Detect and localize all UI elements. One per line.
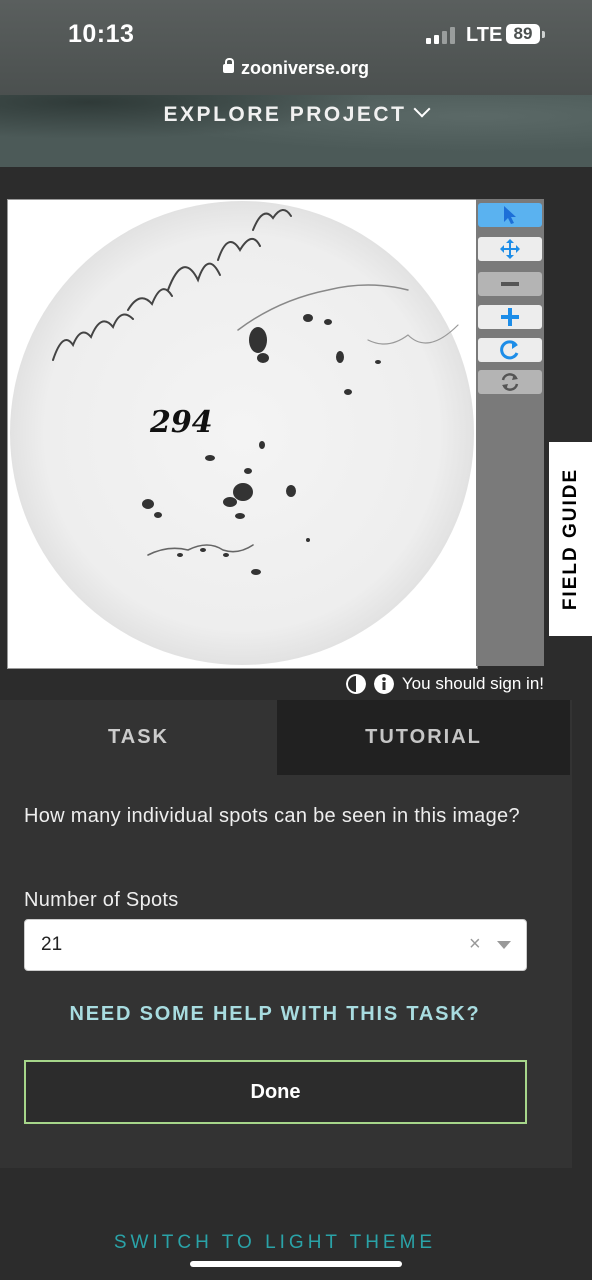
address-bar[interactable]: zooniverse.org (0, 58, 592, 79)
tab-task[interactable]: TASK (0, 700, 277, 775)
task-question: How many individual spots can be seen in… (24, 805, 520, 827)
move-arrows-icon (500, 239, 520, 259)
sign-in-prompt[interactable]: You should sign in! (402, 674, 544, 694)
status-bar: 10:13 LTE 89 zooniverse.org (0, 0, 592, 95)
tab-tutorial[interactable]: TUTORIAL (277, 700, 570, 775)
explore-project-label: EXPLORE PROJECT (163, 103, 407, 126)
info-icon[interactable] (373, 674, 394, 694)
done-button[interactable]: Done (24, 1060, 527, 1124)
move-tool-button[interactable] (478, 237, 542, 261)
clear-icon[interactable]: × (469, 933, 481, 956)
clock: 10:13 (68, 20, 135, 48)
field-guide-label: FIELD GUIDE (559, 467, 581, 611)
plus-icon (501, 308, 519, 326)
contrast-icon[interactable] (345, 674, 366, 694)
rotate-button[interactable] (478, 338, 542, 362)
switch-theme-link[interactable]: SWITCH TO LIGHT THEME (0, 1232, 550, 1254)
cellular-signal-icon (426, 26, 455, 44)
network-type: LTE (466, 24, 503, 46)
url-text: zooniverse.org (240, 58, 370, 78)
image-toolbar (476, 199, 544, 666)
battery-icon: 89 (506, 24, 540, 44)
sketch-number: 294 (149, 405, 213, 440)
sun-disk (10, 201, 474, 665)
pointer-icon (504, 206, 516, 224)
selected-value: 21 (41, 934, 63, 955)
explore-project-menu[interactable]: EXPLORE PROJECT (0, 100, 592, 127)
refresh-icon (501, 373, 519, 391)
subject-image-viewer[interactable]: 294 (7, 199, 478, 669)
minus-icon (501, 282, 519, 286)
project-header: EXPLORE PROJECT (0, 95, 592, 167)
number-of-spots-select[interactable]: 21 × (24, 919, 527, 971)
dropdown-arrow-icon[interactable] (497, 941, 511, 949)
lock-icon (222, 58, 234, 73)
task-help-link[interactable]: NEED SOME HELP WITH THIS TASK? (0, 1003, 550, 1026)
rotate-icon (500, 340, 519, 360)
zoom-in-button[interactable] (478, 305, 542, 329)
annotate-tool-button[interactable] (478, 203, 542, 227)
home-indicator[interactable] (190, 1261, 402, 1267)
field-guide-tab[interactable]: FIELD GUIDE (549, 442, 592, 636)
sunspot-drawing: 294 (10, 201, 474, 665)
battery-nub (542, 31, 545, 38)
number-of-spots-label: Number of Spots (24, 889, 179, 911)
meta-bar: You should sign in! (345, 674, 544, 694)
zoom-out-button[interactable] (478, 272, 542, 296)
chevron-down-icon (413, 100, 431, 118)
reset-button[interactable] (478, 370, 542, 394)
